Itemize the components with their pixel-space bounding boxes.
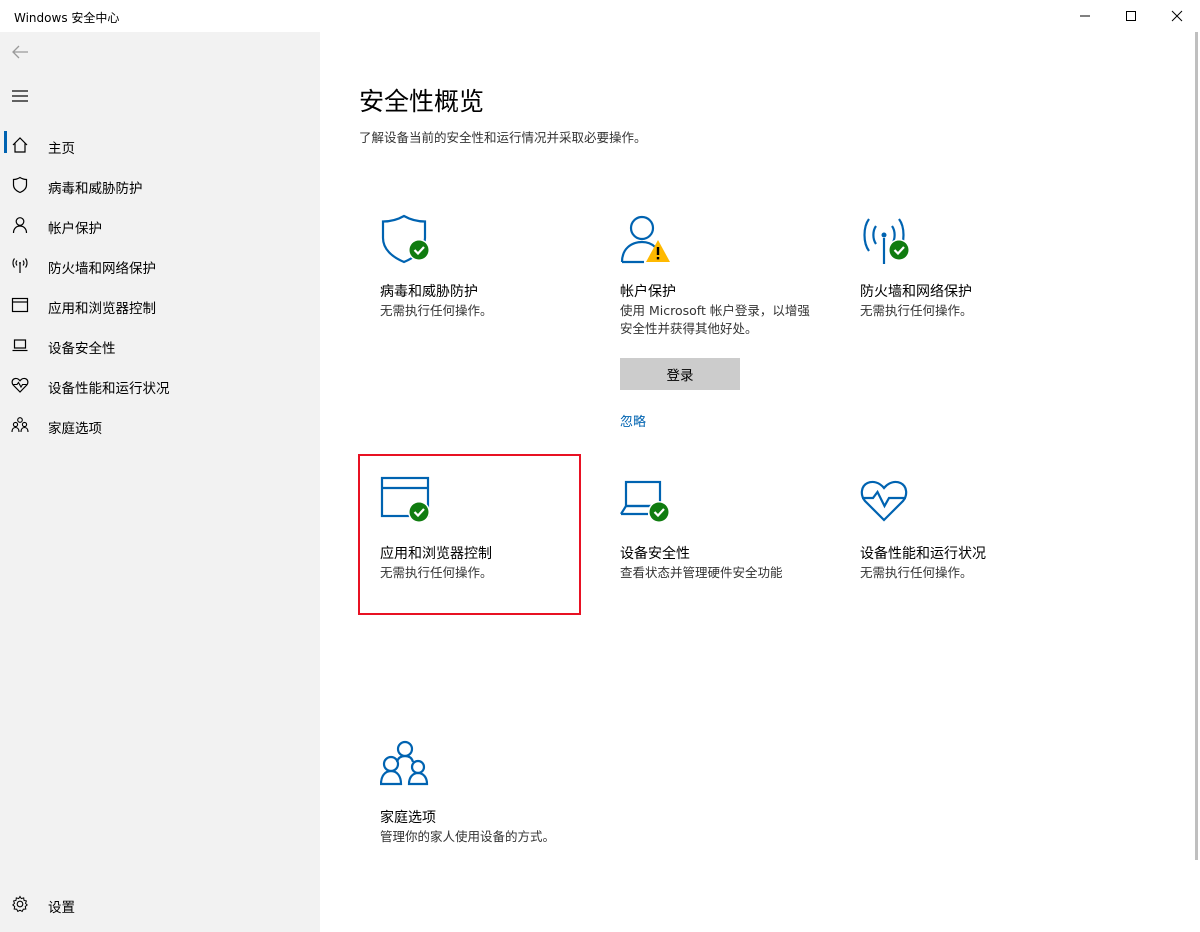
page-title: 安全性概览	[359, 87, 485, 116]
maximize-icon	[1126, 11, 1136, 21]
maximize-button[interactable]	[1108, 0, 1154, 32]
sidebar: 主页 病毒和威胁防护 帐户保护 防火墙和网络保护 应用和浏览器控制 设备安全性 …	[0, 32, 320, 932]
card-device-health[interactable]: 设备性能和运行状况 无需执行任何操作。	[840, 456, 1070, 714]
laptop-icon	[11, 336, 29, 354]
person-icon	[11, 216, 29, 234]
sidebar-nav: 主页 病毒和威胁防护 帐户保护 防火墙和网络保护 应用和浏览器控制 设备安全性 …	[0, 125, 320, 445]
card-description: 无需执行任何操作。	[860, 565, 973, 580]
family-icon	[379, 740, 434, 792]
sidebar-item-device-health[interactable]: 设备性能和运行状况	[0, 365, 320, 405]
minimize-icon	[1080, 15, 1090, 17]
app-window: Windows 安全中心 主页 病毒和威胁防护 帐户保护 防火墙和网络保护 应用…	[0, 0, 1200, 932]
settings-label: 设置	[48, 900, 75, 916]
card-title: 帐户保护	[620, 284, 676, 300]
sidebar-item-app-browser-control[interactable]: 应用和浏览器控制	[0, 285, 320, 325]
gear-icon	[11, 895, 29, 913]
card-description: 无需执行任何操作。	[380, 565, 493, 580]
sidebar-item-label: 病毒和威胁防护	[48, 181, 143, 197]
card-title: 病毒和威胁防护	[380, 284, 478, 300]
sidebar-item-label: 设备安全性	[48, 341, 116, 357]
card-title: 应用和浏览器控制	[380, 546, 492, 562]
card-description: 使用 Microsoft 帐户登录，以增强安全性并获得其他好处。	[620, 303, 810, 336]
antenna-icon	[11, 256, 29, 274]
family-icon	[11, 416, 29, 434]
sign-in-button[interactable]: 登录	[620, 358, 740, 390]
back-arrow-icon	[12, 45, 28, 59]
home-icon	[11, 136, 29, 154]
back-button[interactable]	[8, 38, 32, 66]
sidebar-item-settings[interactable]: 设置	[0, 885, 320, 925]
card-description: 无需执行任何操作。	[860, 303, 973, 318]
sidebar-item-label: 家庭选项	[48, 421, 102, 437]
heart-icon	[11, 376, 29, 394]
close-button[interactable]	[1154, 0, 1200, 32]
sidebar-item-label: 应用和浏览器控制	[48, 301, 156, 317]
shield-icon	[380, 214, 434, 266]
dismiss-link[interactable]: 忽略	[620, 411, 646, 430]
sidebar-item-device-security[interactable]: 设备安全性	[0, 325, 320, 365]
vertical-scrollbar[interactable]	[1195, 32, 1198, 860]
window-title: Windows 安全中心	[14, 11, 120, 25]
sidebar-item-account-protection[interactable]: 帐户保护	[0, 205, 320, 245]
menu-button[interactable]	[8, 82, 32, 110]
hamburger-icon	[12, 90, 28, 102]
sidebar-item-family-options[interactable]: 家庭选项	[0, 405, 320, 445]
person-warning-icon	[620, 214, 674, 266]
card-account-protection[interactable]: 帐户保护 使用 Microsoft 帐户登录，以增强安全性并获得其他好处。 登录…	[600, 194, 830, 452]
sidebar-item-label: 设备性能和运行状况	[48, 381, 170, 397]
card-title: 防火墙和网络保护	[860, 284, 972, 300]
page-subtitle: 了解设备当前的安全性和运行情况并采取必要操作。	[359, 130, 647, 145]
browser-window-icon	[11, 296, 29, 314]
browser-window-icon	[380, 476, 434, 528]
heart-icon	[860, 476, 914, 528]
sidebar-item-label: 主页	[48, 141, 75, 157]
laptop-icon	[620, 476, 674, 528]
card-description: 管理你的家人使用设备的方式。	[380, 829, 556, 844]
title-bar: Windows 安全中心	[0, 0, 1200, 32]
card-family-options[interactable]: 家庭选项 管理你的家人使用设备的方式。	[360, 720, 590, 932]
card-title: 设备安全性	[620, 546, 690, 562]
shield-icon	[11, 176, 29, 194]
card-title: 家庭选项	[380, 810, 436, 826]
card-device-security[interactable]: 设备安全性 查看状态并管理硬件安全功能	[600, 456, 830, 714]
card-firewall[interactable]: 防火墙和网络保护 无需执行任何操作。	[840, 194, 1070, 452]
card-virus-protection[interactable]: 病毒和威胁防护 无需执行任何操作。	[360, 194, 590, 452]
card-app-browser-control[interactable]: 应用和浏览器控制 无需执行任何操作。	[358, 454, 581, 615]
card-title: 设备性能和运行状况	[860, 546, 986, 562]
sidebar-item-label: 防火墙和网络保护	[48, 261, 156, 277]
close-icon	[1171, 10, 1183, 22]
main-content: 安全性概览 了解设备当前的安全性和运行情况并采取必要操作。 病毒和威胁防护 无需…	[320, 32, 1200, 932]
sidebar-item-home[interactable]: 主页	[0, 125, 320, 165]
antenna-icon	[860, 214, 914, 266]
card-description: 无需执行任何操作。	[380, 303, 493, 318]
sidebar-item-firewall[interactable]: 防火墙和网络保护	[0, 245, 320, 285]
minimize-button[interactable]	[1062, 0, 1108, 32]
sidebar-item-label: 帐户保护	[48, 221, 102, 237]
card-description: 查看状态并管理硬件安全功能	[620, 565, 783, 580]
sidebar-item-virus-protection[interactable]: 病毒和威胁防护	[0, 165, 320, 205]
